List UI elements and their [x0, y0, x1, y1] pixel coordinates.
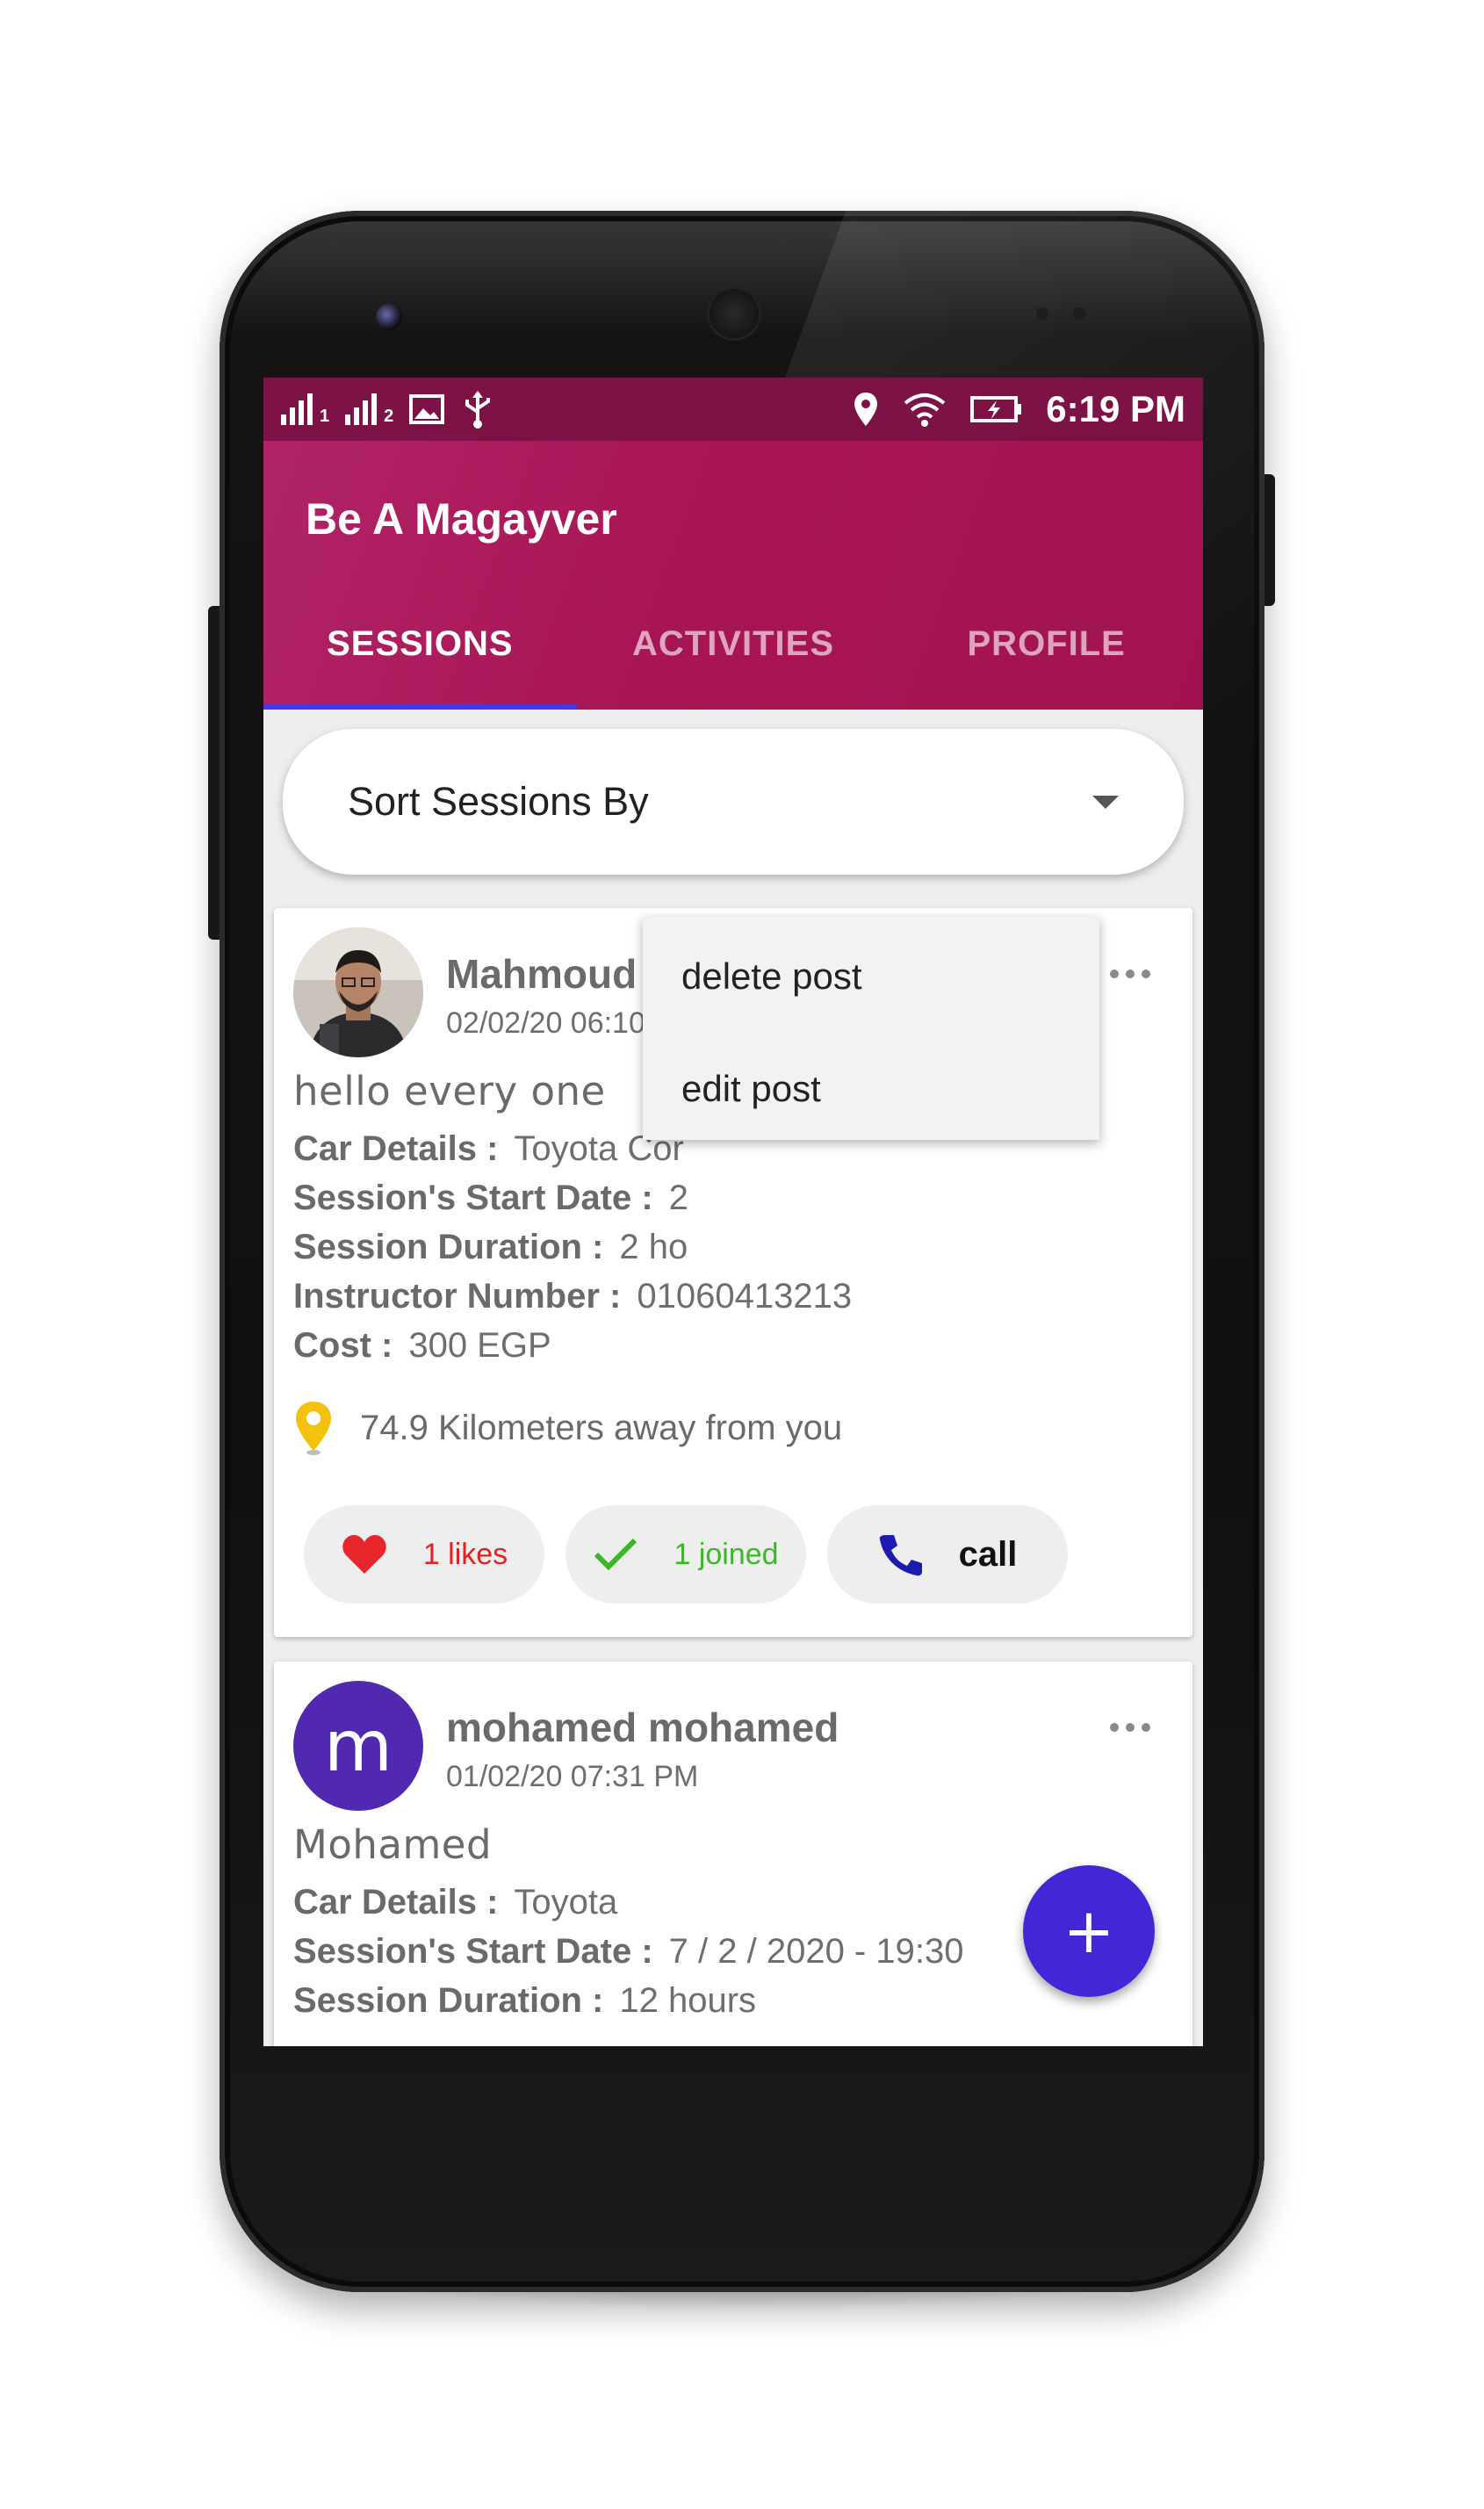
like-button[interactable]: 1 likes: [304, 1505, 544, 1604]
sort-sessions-dropdown[interactable]: Sort Sessions By: [283, 729, 1184, 875]
author-avatar[interactable]: m: [293, 1681, 423, 1811]
likes-count: 1 likes: [422, 1537, 508, 1571]
wifi-icon: [904, 393, 946, 427]
proximity-sensor: [1036, 307, 1048, 320]
clock: 6:19 PM: [1046, 388, 1185, 429]
app-bar: Be A Magayver SESSIONS ACTIVITIES PROFIL…: [263, 441, 1203, 710]
post-text: hello every one: [293, 1068, 606, 1114]
post-card: m mohamed mohamed 01/02/20 07:31 PM Moha…: [274, 1662, 1192, 2046]
gallery-icon: [409, 394, 445, 424]
author-name[interactable]: mohamed mohamed: [446, 1704, 839, 1751]
power-button: [1263, 474, 1275, 606]
call-label: call: [958, 1534, 1018, 1574]
tab-profile[interactable]: PROFILE: [890, 578, 1203, 710]
phone-icon: [879, 1535, 922, 1576]
joined-count: 1 joined: [674, 1537, 779, 1571]
light-sensor: [1073, 307, 1085, 320]
session-start-date: Session's Start Date :7 / 2 / 2020 - 19:…: [293, 1932, 964, 1971]
volume-button: [208, 606, 220, 940]
distance-info: 74.9 Kilometers away from you: [293, 1400, 842, 1456]
join-button[interactable]: 1 joined: [566, 1505, 806, 1604]
screen: 1 2 6:19 PM Be A Magayver SESSIONS ACTIV…: [263, 378, 1203, 2046]
location-icon: [854, 393, 878, 426]
session-start-date: Session's Start Date :2: [293, 1179, 688, 1217]
front-camera: [376, 304, 402, 330]
post-options-menu: delete post edit post: [643, 917, 1099, 1140]
tab-sessions[interactable]: SESSIONS: [263, 578, 577, 710]
author-avatar[interactable]: [293, 927, 423, 1057]
tab-bar: SESSIONS ACTIVITIES PROFILE: [263, 578, 1203, 710]
call-button[interactable]: call: [827, 1505, 1068, 1604]
earpiece-speaker: [707, 286, 761, 341]
signal-sim1-icon: 1: [281, 393, 329, 425]
heart-icon: [342, 1535, 386, 1574]
post-text: Mohamed: [293, 1821, 493, 1868]
car-details: Car Details : Toyota Cor: [293, 1129, 684, 1168]
battery-charging-icon: [970, 396, 1022, 422]
instructor-number: Instructor Number :01060413213: [293, 1277, 853, 1316]
post-actions: 1 likes 1 joined call: [304, 1505, 1068, 1604]
session-cost: Cost :300 EGP: [293, 1326, 551, 1365]
map-pin-icon: [296, 1402, 331, 1455]
add-session-button[interactable]: +: [1023, 1865, 1155, 1997]
check-icon: [594, 1538, 638, 1571]
app-title: Be A Magayver: [306, 494, 617, 544]
more-options-icon[interactable]: [1110, 970, 1150, 978]
status-bar: 1 2 6:19 PM: [263, 378, 1203, 441]
distance-text: 74.9 Kilometers away from you: [360, 1408, 843, 1447]
usb-icon: [465, 391, 491, 429]
dropdown-arrow-icon: [1092, 795, 1119, 809]
edit-post-item[interactable]: edit post: [681, 1068, 821, 1110]
delete-post-item[interactable]: delete post: [681, 955, 862, 998]
tab-activities[interactable]: ACTIVITIES: [577, 578, 890, 710]
avatar-photo: [293, 927, 423, 1057]
session-duration: Session Duration :12 hours: [293, 1981, 757, 2020]
car-details: Car Details : Toyota: [293, 1883, 618, 1921]
more-options-icon[interactable]: [1110, 1723, 1150, 1732]
post-date: 01/02/20 07:31 PM: [446, 1760, 699, 1793]
sort-label: Sort Sessions By: [348, 779, 649, 824]
session-duration: Session Duration :2 ho: [293, 1228, 688, 1266]
signal-sim2-icon: 2: [345, 393, 393, 425]
